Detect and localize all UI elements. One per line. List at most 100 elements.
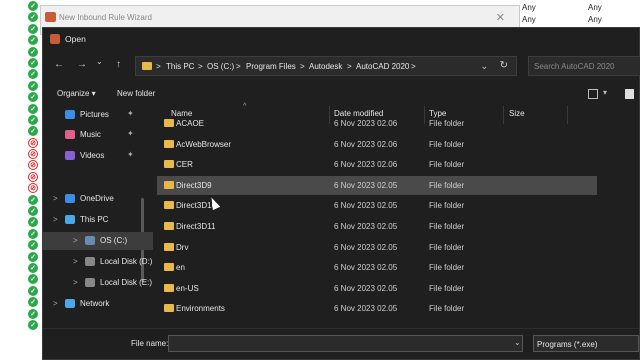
file-row[interactable]: en 6 Nov 2023 02.05 File folder: [157, 258, 597, 277]
navigation-pane: Pictures ✦ Music ✦ Videos ✦ > OneDrive > This PC >…: [43, 108, 153, 326]
file-type-select[interactable]: Programs (*.exe): [533, 335, 639, 352]
navigation-bar: ← → ⌄ ↑ > This PC > OS (C:) > Program Fi…: [43, 53, 640, 77]
file-type: File folder: [429, 242, 465, 252]
breadcrumb-separator: >: [236, 62, 241, 71]
forward-arrow-icon[interactable]: →: [77, 59, 87, 70]
rule-enabled-icon: ✓: [28, 297, 38, 308]
drive-icon: [85, 257, 95, 266]
refresh-icon[interactable]: ↻: [500, 60, 508, 71]
file-row[interactable]: Environments 6 Nov 2023 02.05 File folder: [157, 299, 597, 318]
nav-item-onedrive[interactable]: > OneDrive: [43, 190, 153, 208]
expand-chevron-icon[interactable]: >: [73, 278, 78, 287]
search-input[interactable]: Search AutoCAD 2020: [528, 56, 640, 76]
file-row[interactable]: Drv 6 Nov 2023 02.05 File folder: [157, 238, 597, 257]
view-dropdown-icon[interactable]: ▾: [603, 88, 607, 97]
file-name-dropdown-icon[interactable]: ⌄: [514, 338, 521, 347]
file-type: File folder: [429, 222, 465, 231]
bg-cell: Any: [522, 3, 536, 12]
nav-item-local-disk-d[interactable]: > Local Disk (D:): [43, 253, 153, 271]
file-row[interactable]: AcWebBrowser 6 Nov 2023 02.06 File folder: [157, 135, 597, 154]
drive-icon: [85, 236, 95, 245]
rule-blocked-icon: ⊘: [28, 183, 38, 194]
file-type-value: Programs (*.exe): [537, 340, 598, 349]
close-icon[interactable]: ✕: [496, 11, 505, 24]
file-type: File folder: [429, 180, 465, 190]
command-toolbar: Organize ▾ New folder ▾: [43, 84, 639, 104]
breadcrumb-program-files[interactable]: Program Files: [246, 62, 296, 71]
breadcrumb-autocad-2020[interactable]: AutoCAD 2020: [356, 62, 409, 71]
this-pc-icon: [65, 215, 75, 224]
view-mode-icon[interactable]: [588, 89, 598, 99]
expand-chevron-icon[interactable]: >: [73, 236, 78, 245]
pin-icon: ✦: [127, 109, 134, 118]
folder-icon: [164, 119, 174, 127]
file-row[interactable]: ACAOE 6 Nov 2023 02.06 File folder: [157, 114, 597, 133]
rule-enabled-icon: ✓: [28, 262, 38, 273]
rule-enabled-icon: ✓: [28, 251, 38, 262]
nav-item-label: This PC: [80, 215, 109, 224]
rule-enabled-icon: ✓: [28, 274, 38, 285]
file-type: File folder: [429, 304, 465, 314]
file-row[interactable]: Direct3D9 6 Nov 2023 02.05 File folder: [157, 175, 597, 195]
nav-item-videos[interactable]: Videos ✦: [43, 147, 153, 165]
nav-item-label: Network: [80, 299, 110, 308]
nav-item-label: Pictures: [80, 110, 109, 119]
dialog-footer: File name: ⌄ Programs (*.exe): [43, 328, 639, 360]
file-date-modified: 6 Nov 2023 02.05: [334, 304, 398, 314]
drive-icon: [85, 278, 95, 287]
folder-icon: [164, 201, 174, 210]
file-date-modified: 6 Nov 2023 02.06: [334, 119, 398, 128]
nav-item-label: Local Disk (E:): [100, 278, 153, 287]
recent-locations-chevron-icon[interactable]: ⌄: [96, 57, 103, 66]
file-row[interactable]: Direct3D11 6 Nov 2023 02.05 File folder: [157, 217, 597, 236]
file-type: File folder: [429, 283, 465, 293]
network-icon: [65, 299, 75, 308]
nav-item-this-pc[interactable]: > This PC: [43, 211, 153, 229]
breadcrumb-this-pc[interactable]: This PC: [166, 62, 194, 71]
nav-item-pictures[interactable]: Pictures ✦: [43, 106, 153, 124]
file-row[interactable]: CER 6 Nov 2023 02.06 File folder: [157, 155, 597, 174]
file-type: File folder: [429, 263, 465, 273]
pictures-icon: [65, 110, 75, 119]
nav-item-label: OS (C:): [100, 236, 128, 245]
nav-item-os-c[interactable]: > OS (C:): [43, 232, 153, 250]
back-arrow-icon[interactable]: ←: [54, 59, 64, 70]
new-folder-button[interactable]: New folder: [117, 89, 155, 98]
rule-enabled-icon: ✓: [28, 194, 38, 205]
rule-blocked-icon: ⊘: [28, 149, 38, 160]
file-row[interactable]: en-US 6 Nov 2023 02.05 File folder: [157, 279, 597, 298]
folder-icon: [164, 283, 174, 292]
bg-cell: Any: [522, 15, 536, 24]
breadcrumb-separator: >: [300, 62, 305, 71]
file-name: AcWebBrowser: [176, 139, 231, 149]
file-date-modified: 6 Nov 2023 02.05: [334, 222, 398, 231]
expand-chevron-icon[interactable]: >: [53, 215, 58, 224]
videos-icon: [65, 151, 75, 160]
nav-item-label: Videos: [80, 151, 105, 160]
nav-item-music[interactable]: Music ✦: [43, 126, 153, 144]
pin-icon: ✦: [127, 150, 134, 159]
rule-blocked-icon: ⊘: [28, 137, 38, 148]
nav-item-local-disk-e[interactable]: > Local Disk (E:): [43, 274, 153, 292]
file-name: en: [176, 263, 185, 273]
nav-item-label: Local Disk (D:): [100, 257, 153, 266]
expand-chevron-icon[interactable]: >: [53, 299, 58, 308]
address-bar[interactable]: > This PC > OS (C:) > Program Files > Au…: [135, 56, 517, 76]
rule-enabled-icon: ✓: [28, 206, 38, 217]
expand-chevron-icon[interactable]: >: [53, 194, 58, 203]
address-dropdown-icon[interactable]: ⌄: [480, 61, 488, 72]
file-name-input[interactable]: [168, 335, 523, 352]
file-name: Direct3D11: [176, 222, 216, 231]
expand-chevron-icon[interactable]: >: [73, 257, 78, 266]
bg-cell: Any: [588, 15, 602, 24]
file-date-modified: 6 Nov 2023 02.05: [334, 263, 398, 273]
up-arrow-icon[interactable]: ↑: [116, 59, 121, 70]
nav-item-network[interactable]: > Network: [43, 295, 153, 313]
file-row[interactable]: Direct3D10 6 Nov 2023 02.05 File folder: [157, 196, 597, 215]
breadcrumb-os-c[interactable]: OS (C:): [207, 62, 234, 71]
folder-icon: [164, 180, 174, 189]
organize-button[interactable]: Organize ▾: [57, 89, 96, 98]
breadcrumb-separator: >: [198, 62, 203, 71]
preview-pane-icon[interactable]: [625, 89, 634, 99]
breadcrumb-autodesk[interactable]: Autodesk: [309, 62, 342, 71]
